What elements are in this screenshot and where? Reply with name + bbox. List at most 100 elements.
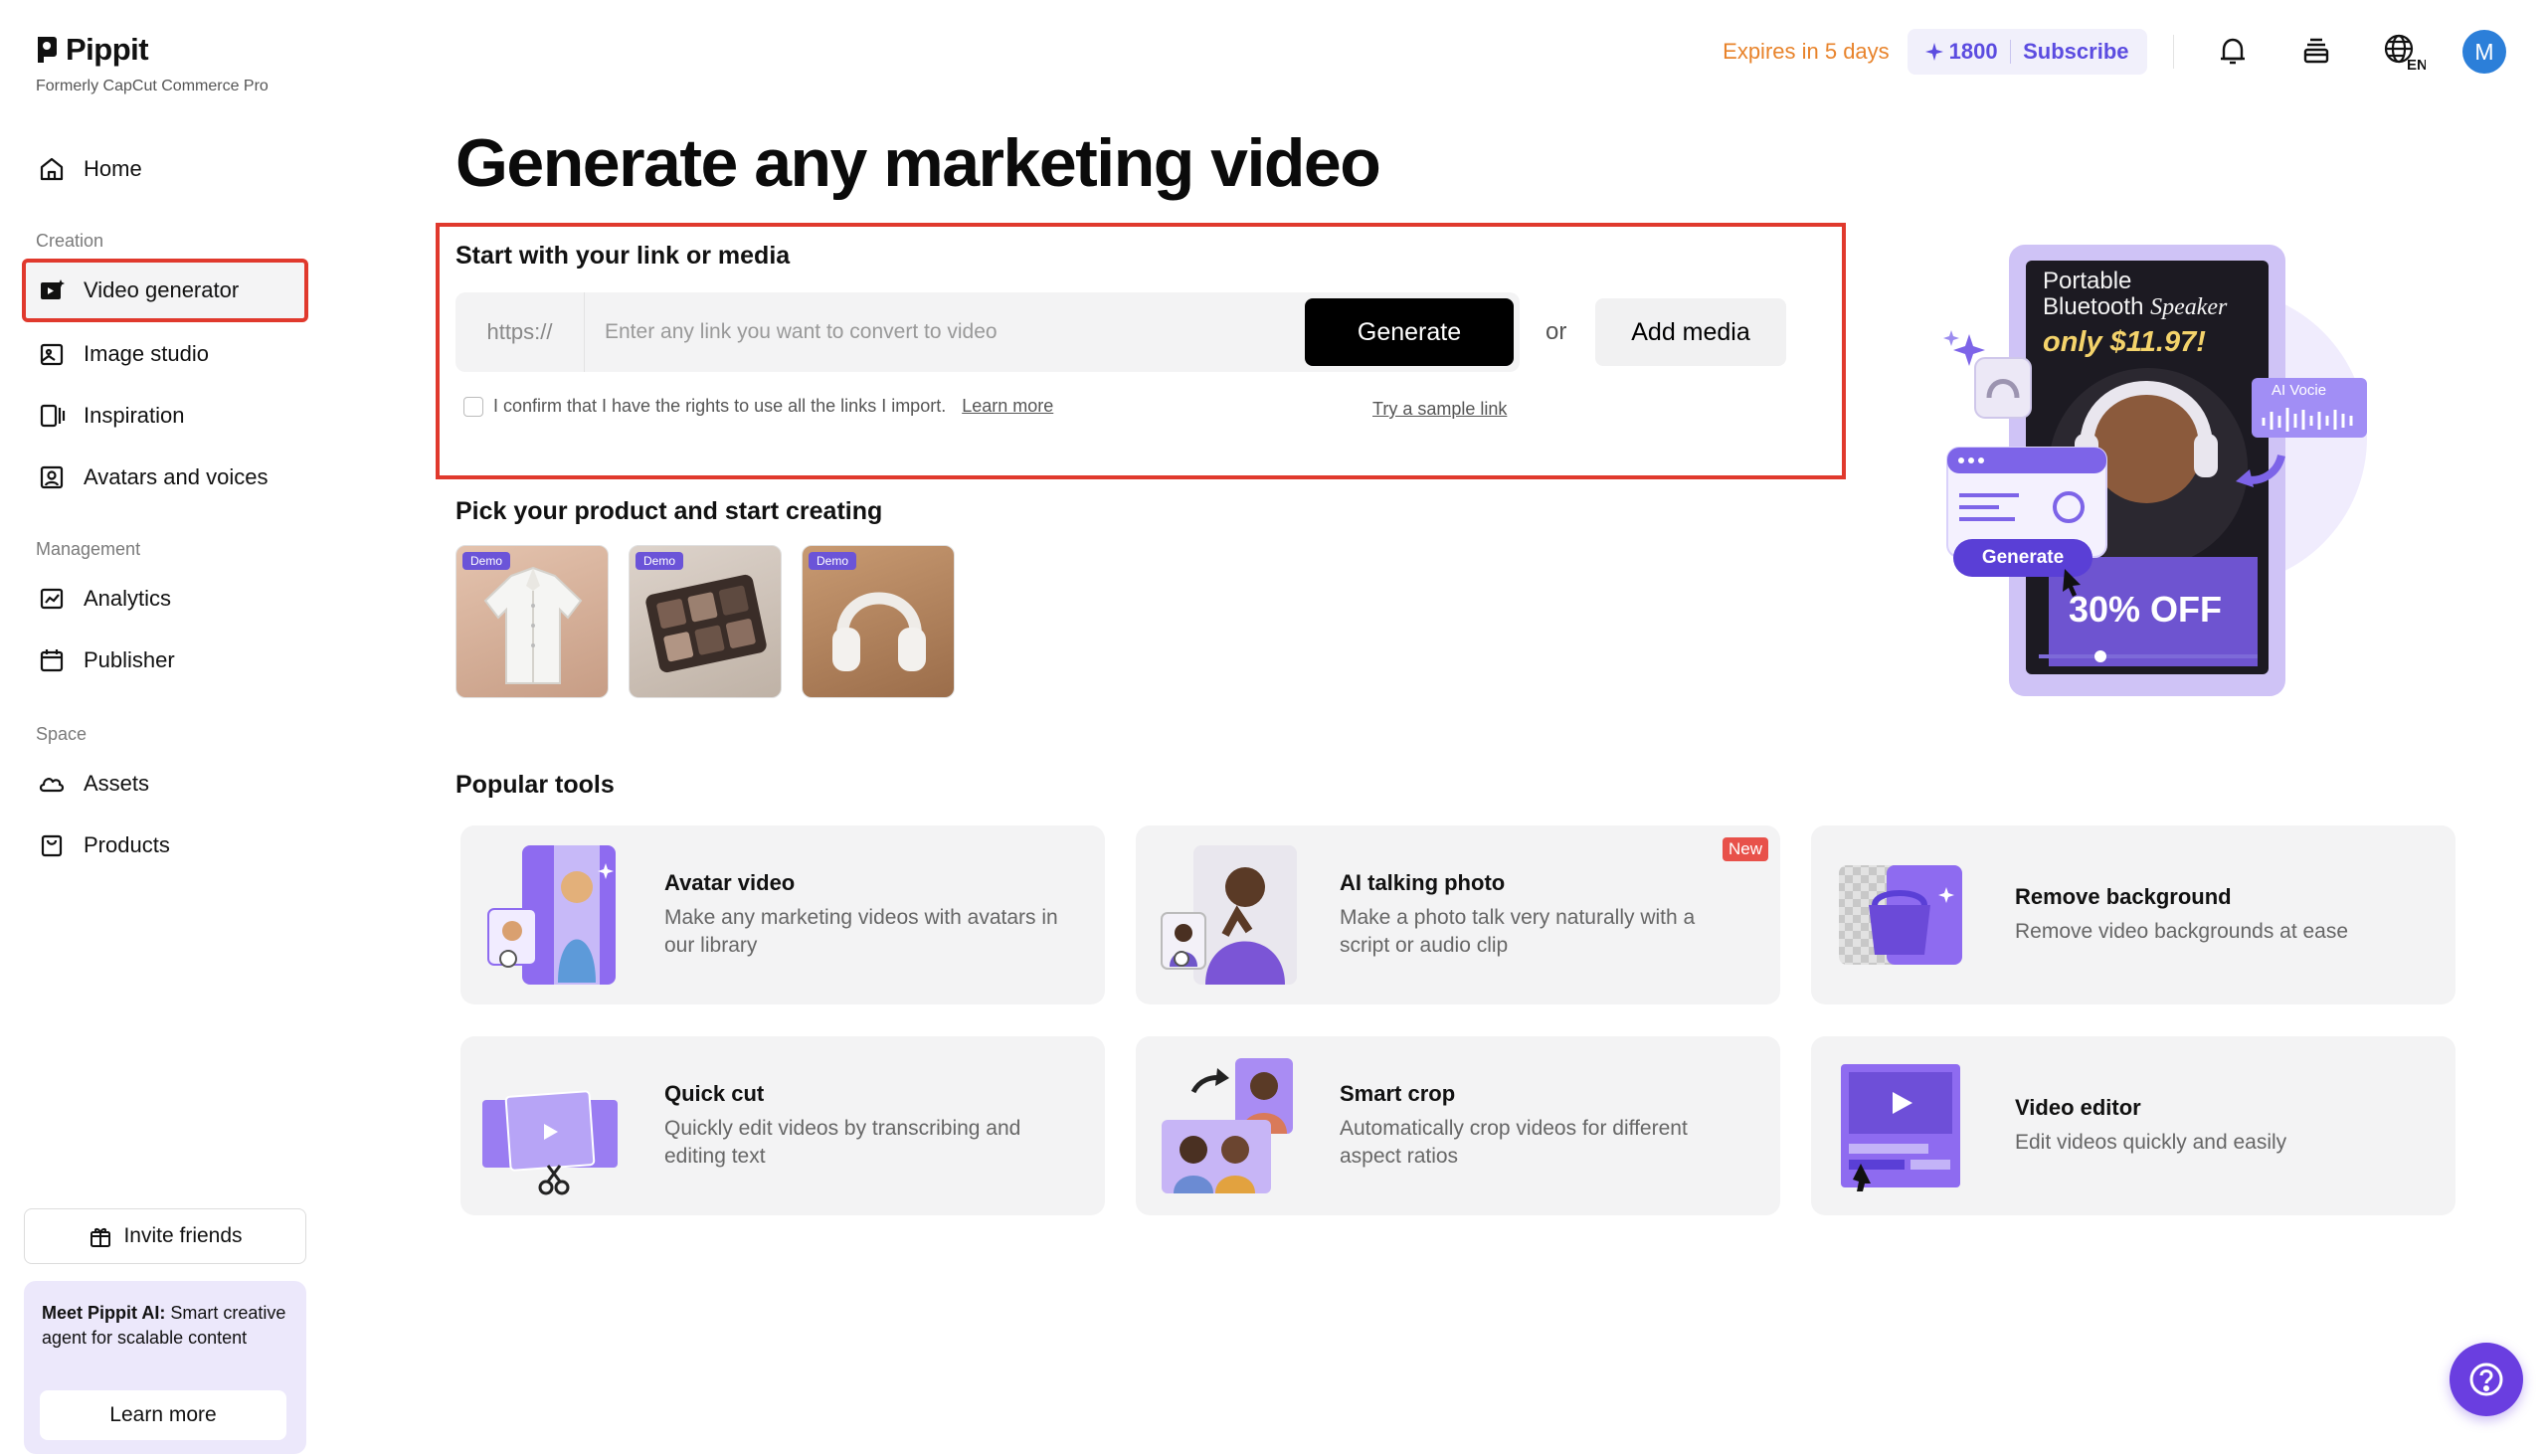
remove-background-thumbnail xyxy=(1839,865,1962,965)
tool-card-video-editor[interactable]: Video editor Edit videos quickly and eas… xyxy=(1811,1036,2455,1215)
sidebar: Pippit Formerly CapCut Commerce Pro Home… xyxy=(0,0,328,1456)
question-mark-icon xyxy=(2469,1363,2503,1396)
tool-title: Smart crop xyxy=(1340,1081,1456,1106)
url-prefix: https:// xyxy=(455,292,585,372)
brand-logo[interactable]: Pippit xyxy=(36,32,149,68)
sidebar-item-inspiration[interactable]: Inspiration xyxy=(24,386,306,446)
stack-layers-icon[interactable] xyxy=(2298,34,2334,70)
link-section-heading: Start with your link or media xyxy=(455,242,791,270)
pippit-logo-icon xyxy=(38,37,57,63)
avatar-video-thumbnail xyxy=(487,845,616,985)
demo-badge: Demo xyxy=(636,552,684,570)
tool-title: Quick cut xyxy=(664,1081,765,1106)
sidebar-item-publisher[interactable]: Publisher xyxy=(24,631,306,690)
tool-title: AI talking photo xyxy=(1340,870,1506,895)
hero-price: only $11.97! xyxy=(2043,326,2206,358)
image-studio-icon xyxy=(40,343,64,366)
inspiration-icon xyxy=(40,404,66,428)
generate-button[interactable]: Generate xyxy=(1305,298,1514,366)
promo-title: Meet Pippit AI: xyxy=(42,1303,166,1323)
analytics-icon xyxy=(40,588,64,610)
tool-text: Avatar video Make any marketing videos w… xyxy=(664,870,1075,960)
tool-description: Make a photo talk very naturally with a … xyxy=(1340,906,1696,957)
sidebar-item-image-studio[interactable]: Image studio xyxy=(24,324,306,384)
tool-text: Quick cut Quickly edit videos by transcr… xyxy=(664,1081,1075,1171)
sidebar-item-label: Video generator xyxy=(84,277,240,302)
sidebar-item-label: Assets xyxy=(84,771,150,796)
promo-text: Meet Pippit AI: Smart creative agent for… xyxy=(42,1301,288,1351)
sidebar-item-avatars-voices[interactable]: Avatars and voices xyxy=(24,448,306,507)
sidebar-item-video-generator[interactable]: Video generator xyxy=(22,259,308,322)
tool-description: Quickly edit videos by transcribing and … xyxy=(664,1117,1021,1168)
tool-title: Avatar video xyxy=(664,870,796,895)
gift-icon xyxy=(91,1228,111,1247)
tool-card-remove-background[interactable]: Remove background Remove video backgroun… xyxy=(1811,825,2455,1004)
language-code: EN xyxy=(2407,57,2426,72)
invite-friends-button[interactable]: Invite friends xyxy=(24,1208,306,1264)
product-thumb-headphones[interactable]: Demo xyxy=(802,545,955,698)
sidebar-item-assets[interactable]: Assets xyxy=(24,754,306,814)
demo-badge: Demo xyxy=(809,552,857,570)
hero-line-1: Portable xyxy=(2043,268,2132,294)
calendar-icon xyxy=(40,649,64,672)
sidebar-item-analytics[interactable]: Analytics xyxy=(24,569,306,629)
credits-pill: 1800 Subscribe xyxy=(1907,29,2147,75)
tool-text: Smart crop Automatically crop videos for… xyxy=(1340,1081,1750,1171)
link-input[interactable] xyxy=(585,292,1305,372)
tool-description: Edit videos quickly and easily xyxy=(2015,1131,2287,1154)
ai-talking-photo-thumbnail xyxy=(1161,845,1297,985)
video-generator-icon xyxy=(41,279,65,299)
try-sample-link[interactable]: Try a sample link xyxy=(1372,399,1507,420)
tool-description: Remove video backgrounds at ease xyxy=(2015,920,2349,943)
sidebar-item-label: Analytics xyxy=(84,586,172,611)
quick-cut-thumbnail xyxy=(482,1090,618,1195)
invite-friends-label: Invite friends xyxy=(123,1224,243,1247)
hero-discount: 30% OFF xyxy=(2069,589,2223,630)
topbar-divider xyxy=(2172,35,2174,69)
hero-illustration: Portable Bluetooth Speaker only $11.97! … xyxy=(1890,239,2367,696)
tool-card-quick-cut[interactable]: Quick cut Quickly edit videos by transcr… xyxy=(460,1036,1105,1215)
rights-confirmation: I confirm that I have the rights to use … xyxy=(463,396,1053,417)
hero-generate-label: Generate xyxy=(1981,547,2065,568)
language-globe-icon[interactable]: EN xyxy=(2382,32,2426,72)
sparkle-icon xyxy=(1924,43,1943,61)
video-editor-thumbnail xyxy=(1841,1064,1960,1191)
sidebar-item-products[interactable]: Products xyxy=(24,816,306,875)
hero-line-2a: Bluetooth xyxy=(2043,293,2151,320)
tool-text: Video editor Edit videos quickly and eas… xyxy=(2015,1095,2426,1157)
hero-ai-voice-label: AI Vocie xyxy=(2272,382,2327,399)
tool-description: Make any marketing videos with avatars i… xyxy=(664,906,1058,957)
tool-text: Remove background Remove video backgroun… xyxy=(2015,884,2426,946)
credits-value: 1800 xyxy=(1948,39,1998,64)
subscribe-button[interactable]: Subscribe xyxy=(2023,39,2128,65)
demo-badge: Demo xyxy=(462,552,511,570)
expires-notice: Expires in 5 days xyxy=(1723,39,1890,64)
sidebar-item-label: Avatars and voices xyxy=(84,464,269,489)
tool-card-ai-talking-photo[interactable]: AI talking photo Make a photo talk very … xyxy=(1136,825,1780,1004)
pick-product-heading: Pick your product and start creating xyxy=(455,497,883,525)
avatar[interactable]: M xyxy=(2462,30,2506,74)
avatar-voice-icon xyxy=(40,465,64,489)
help-button[interactable] xyxy=(2450,1343,2523,1416)
tool-card-avatar-video[interactable]: Avatar video Make any marketing videos w… xyxy=(460,825,1105,1004)
add-media-button[interactable]: Add media xyxy=(1595,298,1786,366)
sidebar-item-home[interactable]: Home xyxy=(24,139,306,199)
product-thumb-shirt[interactable]: Demo xyxy=(455,545,609,698)
credits-count[interactable]: 1800 xyxy=(1924,39,1998,65)
credits-divider xyxy=(2009,40,2012,64)
home-icon xyxy=(40,157,64,181)
products-icon xyxy=(41,834,63,857)
tool-card-smart-crop[interactable]: Smart crop Automatically crop videos for… xyxy=(1136,1036,1780,1215)
sidebar-item-label: Image studio xyxy=(84,341,209,366)
promo-learn-more-button[interactable]: Learn more xyxy=(40,1390,286,1440)
brand-subtitle: Formerly CapCut Commerce Pro xyxy=(36,78,269,94)
link-input-group: https:// Generate xyxy=(455,292,1520,372)
hero-line-2: Bluetooth Speaker xyxy=(2043,293,2227,321)
bell-icon[interactable] xyxy=(2215,34,2251,70)
page-title: Generate any marketing video xyxy=(455,125,1381,201)
tool-text: AI talking photo Make a photo talk very … xyxy=(1340,870,1750,960)
tool-title: Video editor xyxy=(2015,1095,2141,1120)
learn-more-link[interactable]: Learn more xyxy=(962,396,1053,417)
rights-checkbox[interactable] xyxy=(463,396,483,417)
product-thumb-eyeshadow[interactable]: Demo xyxy=(629,545,782,698)
